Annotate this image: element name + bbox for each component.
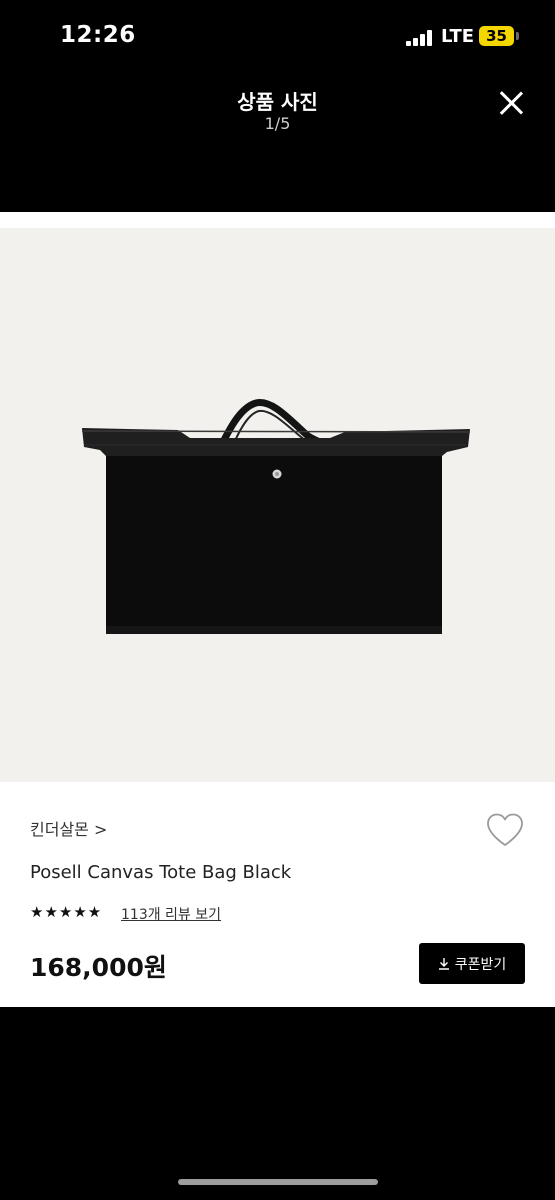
product-price: 168,000원 [30, 953, 167, 982]
photo-counter: 1/5 [264, 114, 291, 133]
coupon-button[interactable]: 쿠폰받기 [419, 943, 525, 984]
close-icon[interactable] [496, 88, 526, 118]
review-link[interactable]: 113개 리뷰 보기 [121, 904, 221, 924]
battery-tip [516, 32, 519, 40]
status-time: 12:26 [60, 22, 136, 48]
star-rating: ★★★★★ [30, 903, 103, 921]
page-title: 상품 사진 [237, 90, 318, 114]
network-type: LTE [441, 26, 475, 47]
download-icon [438, 958, 449, 970]
status-bar: 12:26 LTE 35 [0, 0, 555, 70]
product-photo[interactable] [0, 228, 555, 782]
bag-image [81, 399, 471, 634]
coupon-label: 쿠폰받기 [454, 956, 507, 973]
product-title: Posell Canvas Tote Bag Black [30, 862, 292, 883]
heart-icon[interactable] [485, 812, 525, 848]
home-indicator[interactable] [178, 1179, 378, 1185]
product-card [0, 212, 555, 1007]
signal-icon [406, 30, 432, 46]
brand-link[interactable]: 킨더살몬 > [30, 816, 107, 840]
battery-icon: 35 [479, 26, 514, 46]
